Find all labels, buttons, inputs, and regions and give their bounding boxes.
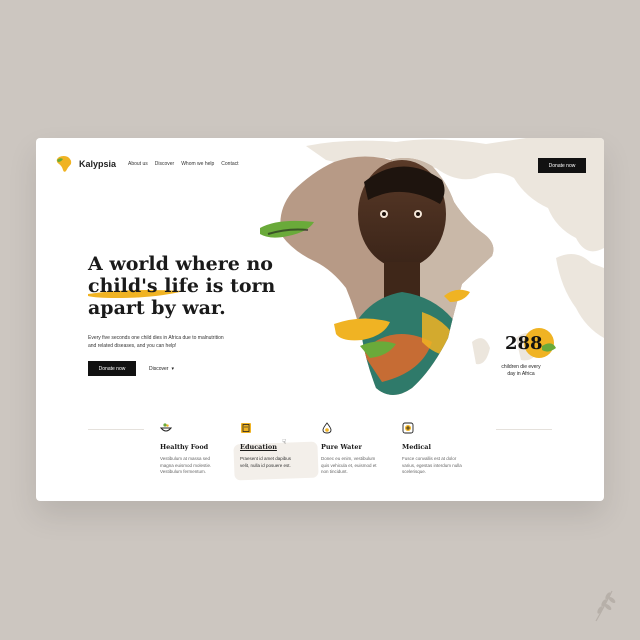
subtext-line-2: and related diseases, and you can help!	[88, 343, 177, 349]
green-paint-stroke-small	[360, 341, 396, 358]
feature-title: Healthy Food	[160, 443, 209, 451]
feature-education[interactable]: Education Praesent id amet dapibus velit…	[240, 422, 318, 469]
divider-left	[88, 429, 144, 430]
desc-line: velit, nulla id posuere est.	[240, 462, 291, 468]
top-navigation: Kalypsia About us Discover Whom we help …	[54, 154, 586, 176]
feature-pure-water[interactable]: Pure Water Donec eu enim, vestibulum qui…	[321, 422, 399, 476]
discover-label: Discover	[149, 365, 169, 372]
headline-line-1: A world where no	[88, 253, 273, 275]
laurel-leaf-icon	[595, 590, 616, 622]
nav-item-whom-we-help[interactable]: Whom we help	[181, 161, 214, 167]
subtext-line-1: Every five seconds one child dies in Afr…	[88, 335, 224, 341]
discover-link[interactable]: Discover ▾	[149, 361, 174, 376]
stat-caption-line-2: day in Africa	[507, 371, 535, 377]
medical-kit-icon	[402, 422, 414, 434]
hand-cursor-icon: ☟	[282, 439, 287, 446]
water-drop-icon	[322, 422, 332, 434]
feature-description: Fusce convallis est at dolor varius, ege…	[402, 456, 480, 476]
bowl-icon	[159, 423, 173, 432]
donate-now-nav-button[interactable]: Donate now	[538, 158, 586, 173]
stat-caption: children die every day in Africa	[498, 364, 544, 378]
desc-line: scelerisque.	[402, 469, 427, 474]
feature-title: Medical	[402, 443, 431, 451]
feature-healthy-food[interactable]: Healthy Food Vestibulum at massa sed mag…	[159, 422, 238, 476]
feature-description: Donec eu enim, vestibulum quis vehicula …	[321, 456, 399, 476]
arrow-down-icon: ▾	[171, 365, 174, 372]
desc-line: Vestibulum fermentum.	[160, 469, 207, 474]
logo[interactable]: Kalypsia	[54, 154, 116, 174]
landing-page-card: Kalypsia About us Discover Whom we help …	[36, 138, 604, 501]
feature-description: Praesent id amet dapibus velit, nulla id…	[240, 456, 318, 469]
africa-logo-icon	[56, 156, 72, 172]
nav-item-about-us[interactable]: About us	[128, 161, 148, 167]
hero-subtext: Every five seconds one child dies in Afr…	[88, 334, 248, 350]
headline-line-2: child's life is torn	[88, 275, 276, 297]
hero-headline: A world where no child's life is torn ap…	[88, 253, 278, 319]
feature-description: Vestibulum at massa sed magna euismod mo…	[160, 456, 238, 476]
nav-menu: About us Discover Whom we help Contact	[128, 161, 239, 167]
divider-right	[496, 429, 552, 430]
nav-item-contact[interactable]: Contact	[221, 161, 238, 167]
brand-name: Kalypsia	[79, 159, 117, 169]
stat-caption-line-1: children die every	[501, 364, 541, 370]
features-row: Healthy Food Vestibulum at massa sed mag…	[159, 422, 490, 482]
stat-number: 288	[505, 333, 543, 354]
headline-line-3: apart by war.	[88, 297, 226, 319]
feature-medical[interactable]: Medical Fusce convallis est at dolor var…	[402, 422, 480, 476]
yellow-paint-stroke-right	[444, 289, 470, 302]
nav-item-discover[interactable]: Discover	[155, 161, 174, 167]
green-paint-stroke	[260, 220, 314, 238]
donate-now-button[interactable]: Donate now	[88, 361, 136, 376]
feature-title: Pure Water	[321, 443, 362, 451]
book-icon	[241, 423, 251, 433]
desc-line: non tincidunt.	[321, 469, 348, 474]
feature-title: Education	[240, 443, 277, 451]
africa-map-portrait	[280, 156, 494, 396]
